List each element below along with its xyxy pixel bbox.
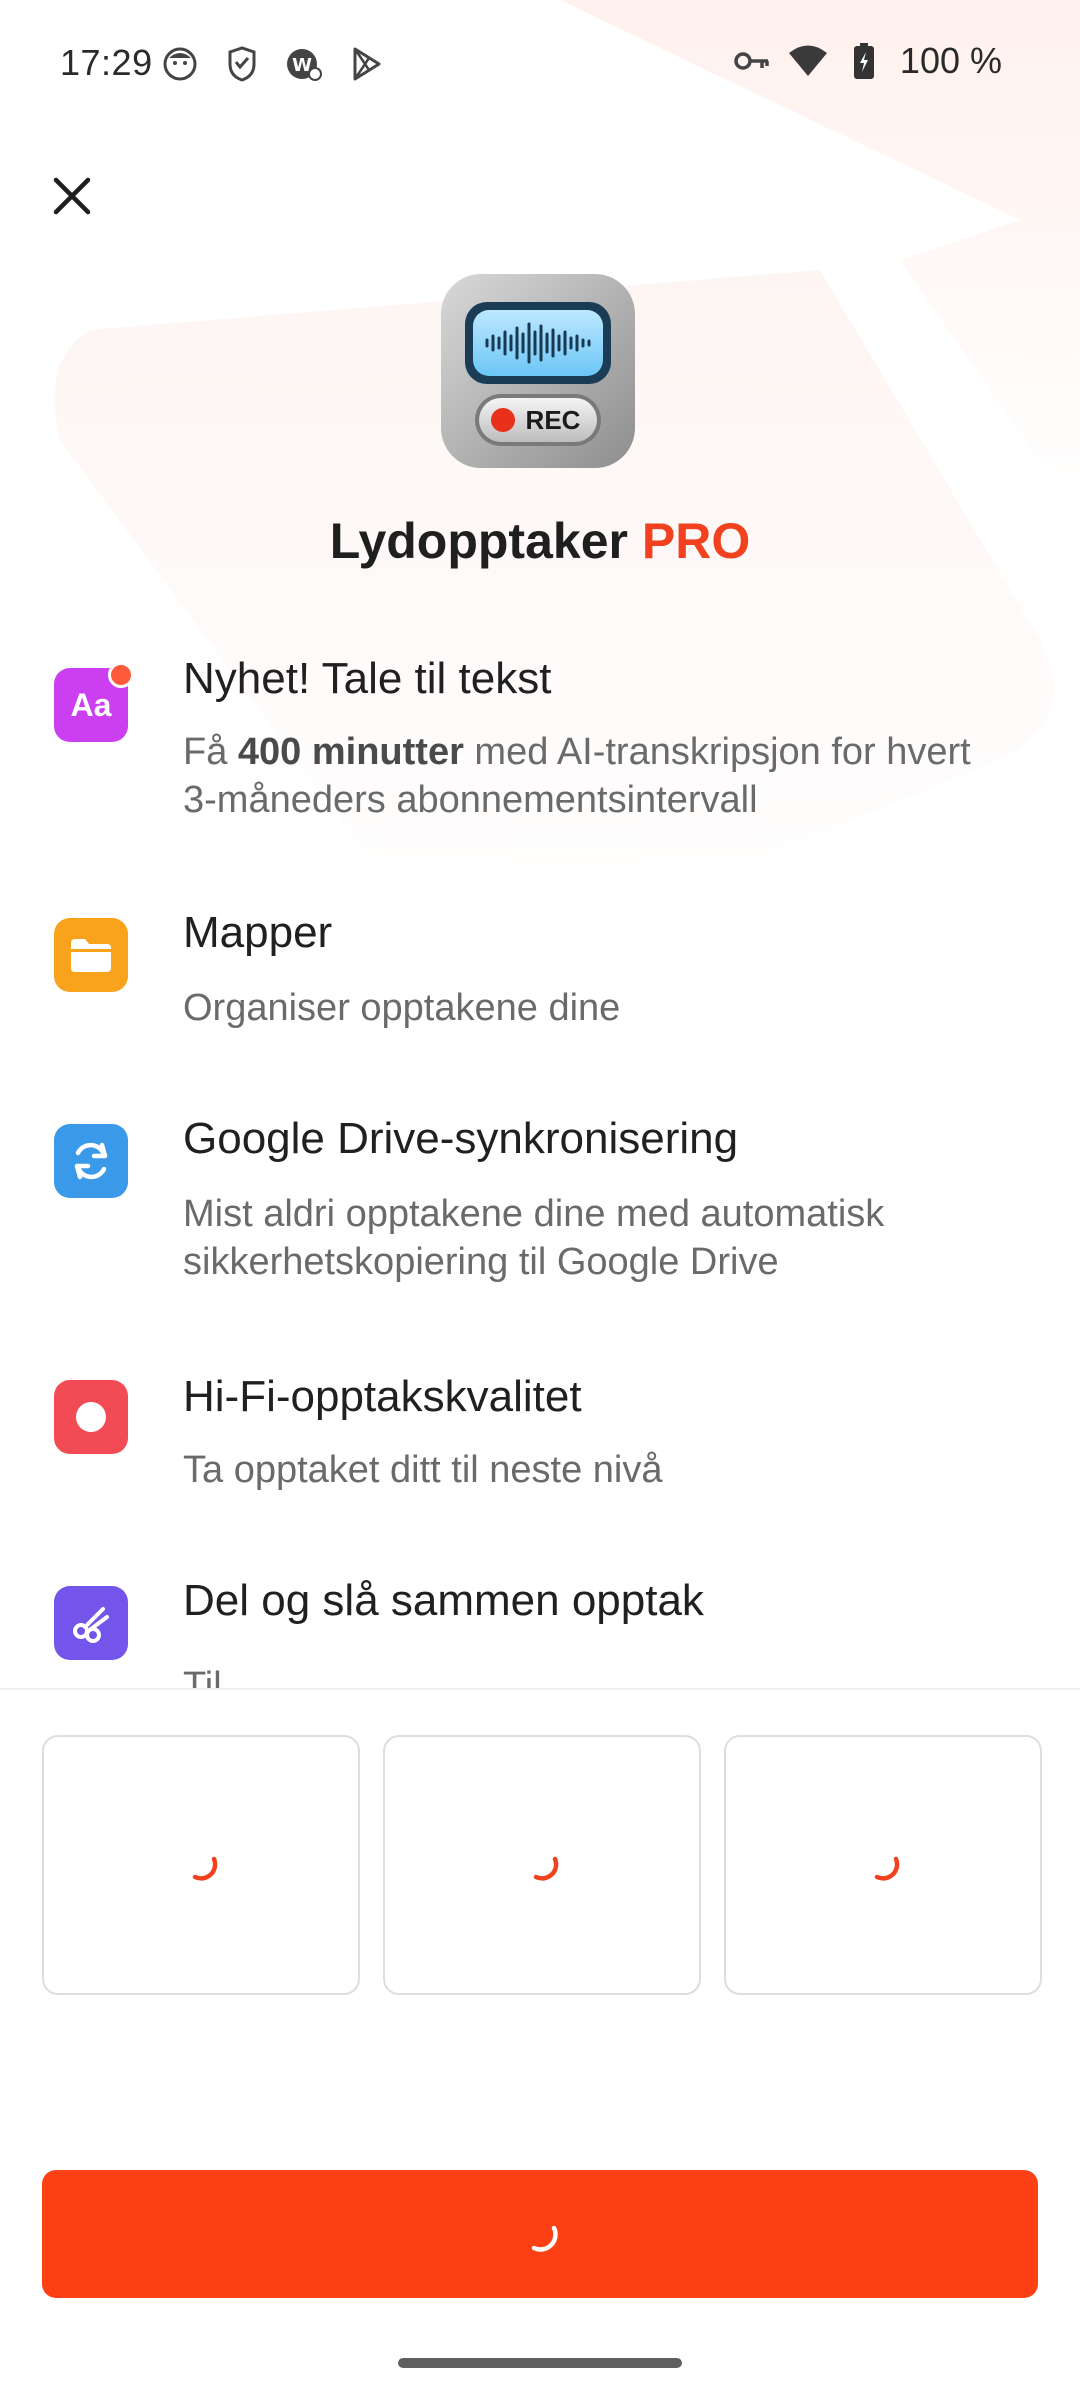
- new-badge-dot: [108, 662, 134, 688]
- feature-title: Google Drive-synkronisering: [183, 1114, 739, 1163]
- app-name: Lydopptaker: [329, 513, 628, 569]
- feature-title: Del og slå sammen opptak: [183, 1576, 704, 1625]
- app-icon: REC: [441, 274, 635, 468]
- status-time: 17:29: [60, 42, 153, 83]
- feature-title: Nyhet! Tale til tekst: [183, 654, 552, 703]
- divider: [0, 1688, 1080, 1690]
- feature-list: Aa Nyhet! Tale til tekst Få 400 minutter…: [0, 640, 1080, 1690]
- subscribe-button[interactable]: [42, 2170, 1038, 2298]
- vpn-key-icon: [732, 41, 772, 81]
- battery-icon: [844, 41, 884, 81]
- status-bar: 17:29 W 100 %: [0, 0, 1080, 128]
- text-aa-icon: Aa: [54, 662, 134, 742]
- loading-spinner-icon: [874, 1856, 900, 1881]
- feature-description: Ta opptaket ditt til neste nivå: [183, 1449, 663, 1491]
- loading-spinner-icon: [531, 2225, 558, 2252]
- scissors-icon: [54, 1586, 128, 1660]
- plan-option-2[interactable]: [383, 1735, 701, 1995]
- feature-title: Hi-Fi-opptakskvalitet: [183, 1372, 582, 1421]
- record-icon: [54, 1380, 128, 1454]
- page-title: Lydopptaker PRO: [0, 512, 1080, 570]
- loading-spinner-icon: [192, 1856, 218, 1881]
- app-notification-icon: W: [284, 44, 324, 84]
- paywall-screen: 17:29 W 100 % REC Lydopptaker PRO Aa Nyh…: [0, 0, 1080, 2400]
- sync-icon: [54, 1124, 128, 1198]
- feature-description: Få 400 minutter med AI-transkripsjon for…: [183, 728, 1003, 824]
- rec-label: REC: [526, 405, 581, 435]
- feature-description: Mist aldri opptakene dine med automatisk…: [183, 1193, 885, 1283]
- play-store-notification-icon: [346, 44, 386, 84]
- loading-spinner-icon: [533, 1856, 559, 1881]
- close-icon: [53, 177, 91, 215]
- plan-option-3[interactable]: [724, 1735, 1042, 1995]
- shield-notification-icon: [222, 44, 262, 84]
- home-indicator[interactable]: [398, 2358, 682, 2368]
- notification-icons: W: [160, 44, 386, 84]
- feature-description: Til: [183, 1665, 222, 1690]
- battery-percentage: 100 %: [899, 40, 1002, 81]
- desc-bold: 400 minutter: [237, 731, 464, 773]
- system-status-icons: 100 %: [732, 40, 1002, 82]
- wifi-icon: [788, 41, 828, 81]
- folder-icon: [54, 918, 128, 992]
- close-button[interactable]: [44, 168, 100, 224]
- desc-text: Få: [183, 731, 238, 773]
- feature-title: Mapper: [183, 908, 333, 957]
- face-notification-icon: [160, 44, 200, 84]
- feature-description: Organiser opptakene dine: [183, 987, 621, 1029]
- pro-label: PRO: [641, 513, 751, 569]
- plan-option-1[interactable]: [42, 1735, 360, 1995]
